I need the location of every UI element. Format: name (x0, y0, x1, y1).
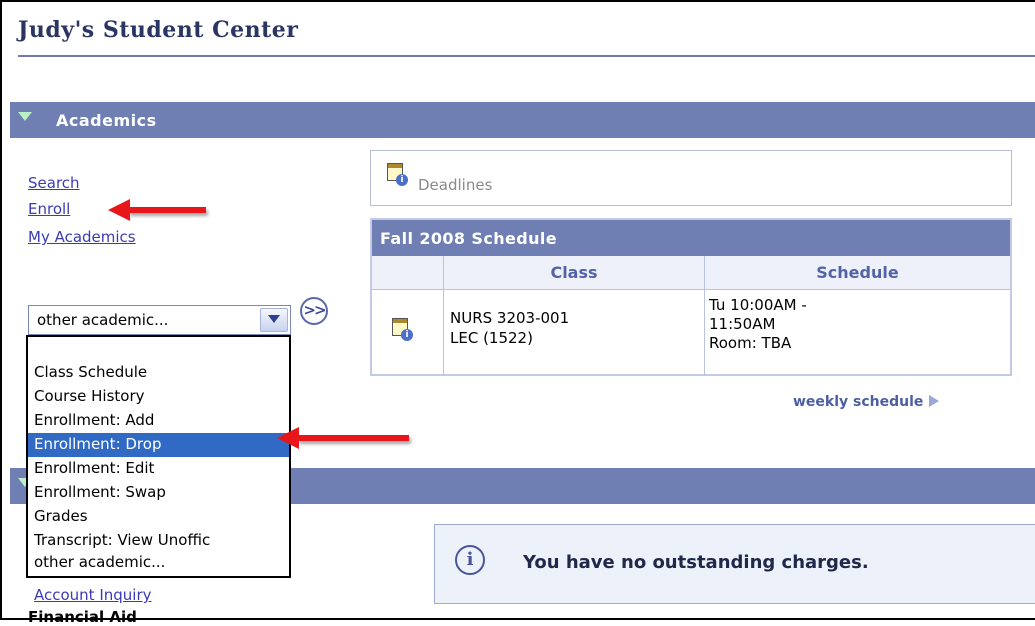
financial-aid-heading: Financial Aid (28, 608, 137, 626)
red-arrow-icon (108, 199, 206, 221)
schedule-room: Room: TBA (709, 334, 792, 352)
column-header-schedule: Schedule (705, 256, 1010, 290)
option-enrollment-drop[interactable]: Enrollment: Drop (28, 433, 289, 457)
option-enrollment-add[interactable]: Enrollment: Add (28, 409, 289, 433)
option-transcript[interactable]: Transcript: View Unoffic (28, 529, 289, 553)
red-arrow-icon (277, 427, 409, 449)
table-row-schedule-cell: Tu 10:00AM - 11:50AM Room: TBA (705, 290, 1010, 376)
deadlines-link[interactable]: Deadlines (418, 176, 492, 194)
column-header-class: Class (444, 256, 705, 290)
title-divider (18, 55, 1035, 57)
option-course-history[interactable]: Course History (28, 385, 289, 409)
search-link[interactable]: Search (28, 174, 80, 192)
table-row-icon-cell: i (372, 290, 444, 376)
table-row-class-cell: NURS 3203-001 LEC (1522) (444, 290, 705, 376)
option-grades[interactable]: Grades (28, 505, 289, 529)
schedule-time-start: Tu 10:00AM - (709, 296, 807, 314)
option-enrollment-swap[interactable]: Enrollment: Swap (28, 481, 289, 505)
schedule-time-end: 11:50AM (709, 315, 776, 333)
info-icon: i (455, 545, 485, 575)
class-code: NURS 3203-001 (450, 309, 570, 327)
enroll-link[interactable]: Enroll (28, 200, 70, 218)
play-triangle-icon (929, 395, 940, 407)
class-section: LEC (1522) (450, 329, 533, 347)
schedule-table: Fall 2008 Schedule Class Schedule i NURS… (370, 218, 1012, 376)
academics-section-title: Academics (56, 111, 157, 130)
calendar-info-icon: i (387, 163, 408, 186)
collapse-triangle-icon[interactable] (18, 112, 32, 121)
option-enrollment-edit[interactable]: Enrollment: Edit (28, 457, 289, 481)
weekly-schedule-link[interactable]: weekly schedule (793, 394, 940, 410)
weekly-schedule-label: weekly schedule (793, 394, 924, 410)
charges-message: You have no outstanding charges. (523, 552, 869, 573)
other-academic-select[interactable]: other academic... (28, 305, 291, 335)
deadlines-panel: i Deadlines (370, 150, 1012, 206)
option-other-academic[interactable]: other academic... (28, 551, 289, 575)
account-inquiry-link[interactable]: Account Inquiry (34, 586, 152, 604)
academics-section-header[interactable]: Academics (10, 102, 1035, 138)
calendar-info-icon[interactable]: i (392, 318, 413, 341)
go-button[interactable]: >> (300, 297, 328, 325)
dropdown-arrow-icon[interactable] (260, 308, 288, 332)
select-value: other academic... (37, 311, 169, 329)
my-academics-link[interactable]: My Academics (28, 228, 136, 246)
column-header-icon (372, 256, 444, 290)
charges-panel: i You have no outstanding charges. (434, 524, 1035, 604)
select-options-list[interactable]: Class Schedule Course History Enrollment… (26, 335, 291, 578)
page-title: Judy's Student Center (18, 17, 299, 43)
schedule-title: Fall 2008 Schedule (372, 220, 1010, 256)
option-class-schedule[interactable]: Class Schedule (28, 361, 289, 385)
